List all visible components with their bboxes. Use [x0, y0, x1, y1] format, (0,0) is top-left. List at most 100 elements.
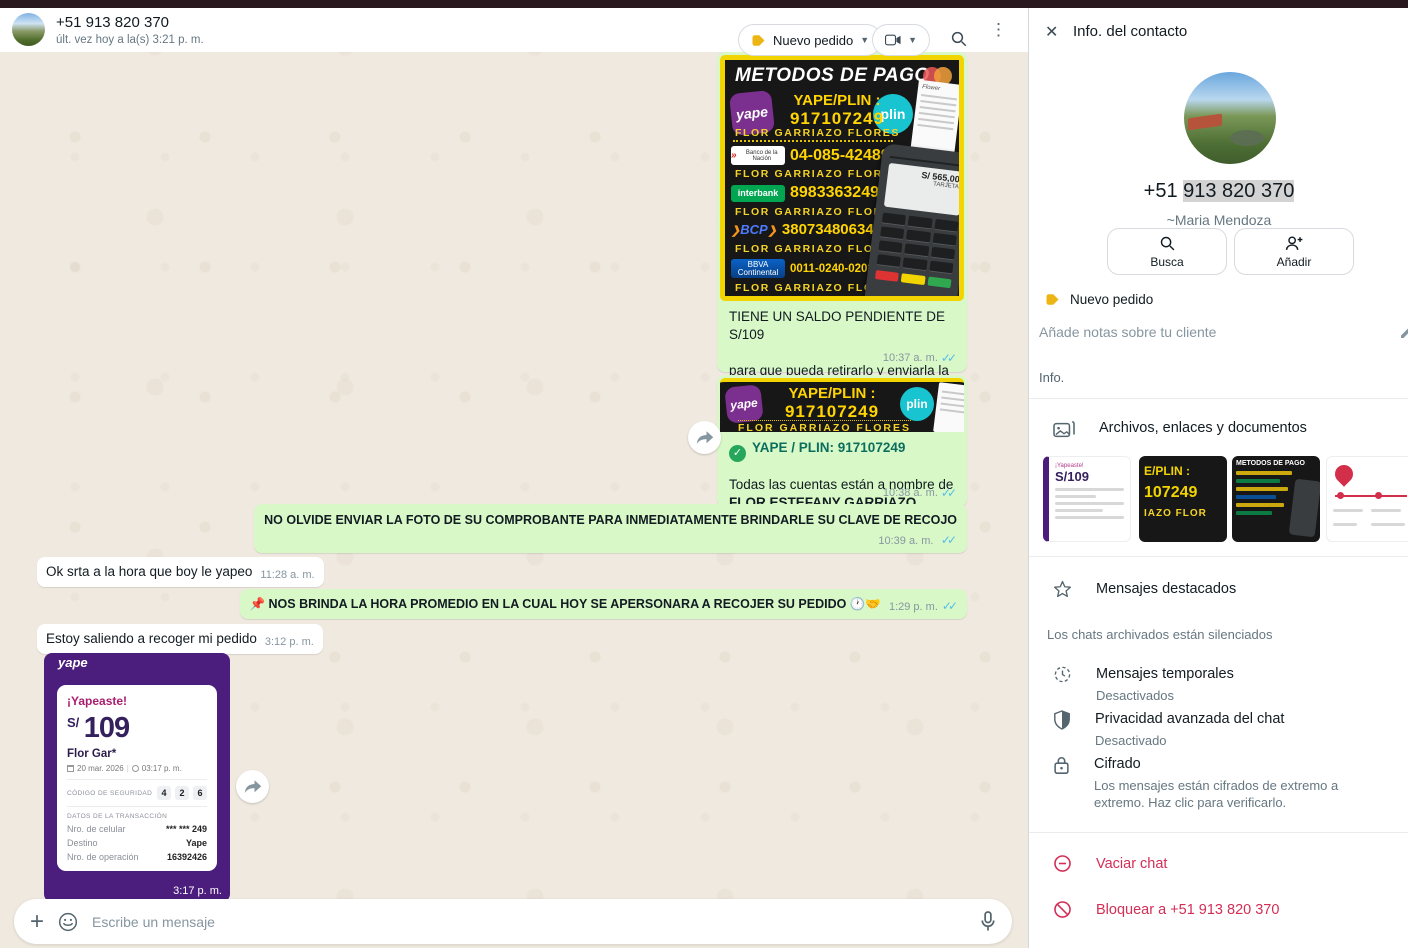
row-status: Desactivado	[1095, 732, 1284, 749]
info-section-label: Info.	[1039, 370, 1064, 385]
security-code: 426	[157, 786, 207, 800]
menu-kebab-icon[interactable]: ⋮	[990, 25, 1007, 34]
divider	[733, 140, 893, 142]
yape-logo: yape	[724, 384, 764, 424]
star-icon	[1053, 580, 1072, 598]
thumb-amount: S/109	[1055, 469, 1124, 484]
timer-icon	[1053, 665, 1072, 684]
media-thumbnail-flyer[interactable]: METODOS DE PAGO	[1232, 456, 1320, 542]
transaction-row: Nro. de celular*** *** 249	[67, 824, 207, 834]
add-contact-button[interactable]: Añadir	[1234, 228, 1354, 275]
flyer-title: METODOS DE PAGO	[735, 65, 930, 87]
divider	[1029, 556, 1408, 557]
read-receipt-icon: ✓✓	[941, 533, 957, 547]
account-holder: FLOR GARRIAZO FLORES	[738, 420, 911, 432]
recipient-name: Flor Gar*	[67, 748, 207, 760]
yape-brand: yape	[58, 655, 88, 670]
message-text: 📌 NOS BRINDA LA HORA PROMEDIO EN LA CUAL…	[249, 595, 880, 613]
disappearing-messages-row[interactable]: Mensajes temporales Desactivados	[1053, 665, 1234, 704]
mini-pos-graphic	[1289, 479, 1320, 538]
media-thumbnail-tracking[interactable]	[1326, 456, 1408, 542]
forward-message-button[interactable]	[688, 421, 721, 454]
yape-receipt-image[interactable]: yape ¡Yapeaste! S/ 109 Flor Gar* 20 mar.…	[44, 653, 230, 902]
label-tag-icon	[751, 33, 766, 48]
message-incoming: Ok srta a la hora que boy le yapeo 11:28…	[37, 557, 324, 587]
chat-column: +51 913 820 370 últ. vez hoy a la(s) 3:2…	[0, 0, 1028, 948]
search-icon[interactable]	[950, 30, 968, 53]
new-order-dropdown[interactable]: Nuevo pedido ▼	[738, 24, 882, 56]
amount: 109	[84, 712, 129, 744]
message-composer: +	[14, 899, 1012, 944]
label-tag-icon	[1045, 292, 1060, 307]
bank-row: »Banco de la Nación 04-085-424896	[731, 146, 899, 165]
search-icon	[1159, 235, 1176, 252]
message-incoming: Estoy saliendo a recoger mi pedido 3:12 …	[37, 624, 323, 654]
microphone-icon[interactable]	[980, 911, 996, 932]
message-text: Estoy saliendo a recoger mi pedido	[46, 630, 257, 648]
banco-nacion-logo: »Banco de la Nación	[731, 146, 785, 165]
read-receipt-icon: ✓✓	[942, 599, 958, 613]
message-outgoing: NO OLVIDE ENVIAR LA FOTO DE SU COMPROBAN…	[254, 504, 967, 553]
new-order-label: Nuevo pedido	[773, 33, 853, 48]
message-input[interactable]	[92, 914, 966, 930]
archived-chats-note: Los chats archivados están silenciados	[1047, 627, 1272, 642]
receipt-card: ¡Yapeaste! S/ 109 Flor Gar* 20 mar. 2026…	[57, 685, 217, 871]
bbva-logo: BBVA Continental	[731, 259, 785, 278]
search-in-chat-button[interactable]: Busca	[1107, 228, 1227, 275]
caption-line: ✓YAPE / PLIN: 917107249	[729, 439, 955, 462]
contact-push-name: ~Maria Mendoza	[1029, 212, 1408, 228]
yape-plin-heading: YAPE/PLIN : 917107249	[770, 385, 894, 422]
message-time: 1:29 p. m.	[889, 601, 938, 613]
message-text: Ok srta a la hora que boy le yapeo	[46, 563, 252, 581]
customer-notes-field[interactable]: Añade notas sobre tu cliente	[1039, 324, 1216, 340]
message-time: 3:17 p. m.	[173, 885, 222, 897]
advanced-privacy-row[interactable]: Privacidad avanzada del chat Desactivado	[1053, 710, 1284, 749]
receipt-datetime: 20 mar. 2026 | 03:17 p. m.	[67, 764, 207, 773]
starred-messages-row[interactable]: Mensajes destacados	[1053, 580, 1236, 598]
chevron-down-icon: ▼	[860, 35, 869, 45]
media-thumbnail-yape-plin[interactable]: E/PLIN : 107249 IAZO FLOR	[1139, 456, 1227, 542]
clear-chat-button[interactable]: Vaciar chat	[1053, 854, 1167, 873]
close-icon[interactable]: ✕	[1045, 22, 1058, 42]
row-status: Desactivados	[1096, 687, 1234, 704]
contact-avatar-large[interactable]	[1184, 72, 1276, 164]
transaction-row: DestinoYape	[67, 838, 207, 848]
media-links-docs-row[interactable]: Archivos, enlaces y documentos	[1053, 420, 1307, 440]
media-thumbnail-receipt[interactable]: ¡Yapeaste! S/109	[1043, 456, 1131, 542]
interbank-logo: interbank	[731, 185, 785, 202]
read-receipt-icon: ✓✓	[941, 486, 957, 500]
block-contact-button[interactable]: Bloquear a +51 913 820 370	[1053, 900, 1279, 919]
account-holder: FLOR GARRIAZO FLORES	[725, 168, 905, 180]
message-caption: ✓YAPE / PLIN: 917107249 Todas las cuenta…	[720, 432, 964, 504]
lock-icon	[1053, 755, 1070, 775]
video-call-button[interactable]: ▼	[872, 24, 930, 56]
payment-methods-image[interactable]: METODOS DE PAGO Flower yape plin YAPE/PL…	[720, 55, 964, 301]
message-time: 3:12 p. m.	[265, 636, 314, 648]
avatar-pond-graphic	[1230, 130, 1264, 146]
message-outgoing-banner: yape plin YAPE/PLIN : 917107249 FLOR GAR…	[717, 375, 967, 507]
bcp-logo: ❯BCP❯	[731, 222, 777, 237]
customer-label-chip[interactable]: Nuevo pedido	[1045, 292, 1153, 307]
pin-graphic	[1331, 461, 1356, 486]
yape-plin-banner-image[interactable]: yape plin YAPE/PLIN : 917107249 FLOR GAR…	[720, 378, 964, 432]
forward-message-button[interactable]	[236, 770, 269, 803]
transaction-label: DATOS DE LA TRANSACCIÓN	[67, 813, 207, 820]
edit-pencil-icon[interactable]	[1399, 324, 1408, 345]
message-caption: TIENE UN SALDO PENDIENTE DE S/109 para q…	[720, 301, 964, 369]
contact-info-panel: ✕ Info. del contacto +51 913 820 370 ~Ma…	[1028, 8, 1408, 948]
security-code-label: CÓDIGO DE SEGURIDAD	[67, 790, 152, 797]
contact-name[interactable]: +51 913 820 370	[56, 14, 169, 31]
contact-avatar[interactable]	[12, 13, 45, 46]
check-badge-icon: ✓	[729, 445, 746, 462]
message-outgoing: 📌 NOS BRINDA LA HORA PROMEDIO EN LA CUAL…	[240, 589, 967, 619]
attach-plus-icon[interactable]: +	[30, 912, 44, 932]
emoji-sticker-icon[interactable]	[58, 912, 78, 932]
yape-plin-heading: YAPE/PLIN : 917107249	[777, 92, 897, 129]
encryption-row[interactable]: Cifrado Los mensajes están cifrados de e…	[1053, 755, 1384, 811]
message-text: NO OLVIDE ENVIAR LA FOTO DE SU COMPROBAN…	[264, 511, 957, 529]
video-camera-icon	[885, 33, 901, 47]
clock-icon	[132, 765, 139, 772]
calendar-icon	[67, 765, 74, 772]
row-status: Los mensajes están cifrados de extremo a…	[1094, 777, 1384, 811]
whatsapp-window: +51 913 820 370 últ. vez hoy a la(s) 3:2…	[0, 0, 1408, 948]
